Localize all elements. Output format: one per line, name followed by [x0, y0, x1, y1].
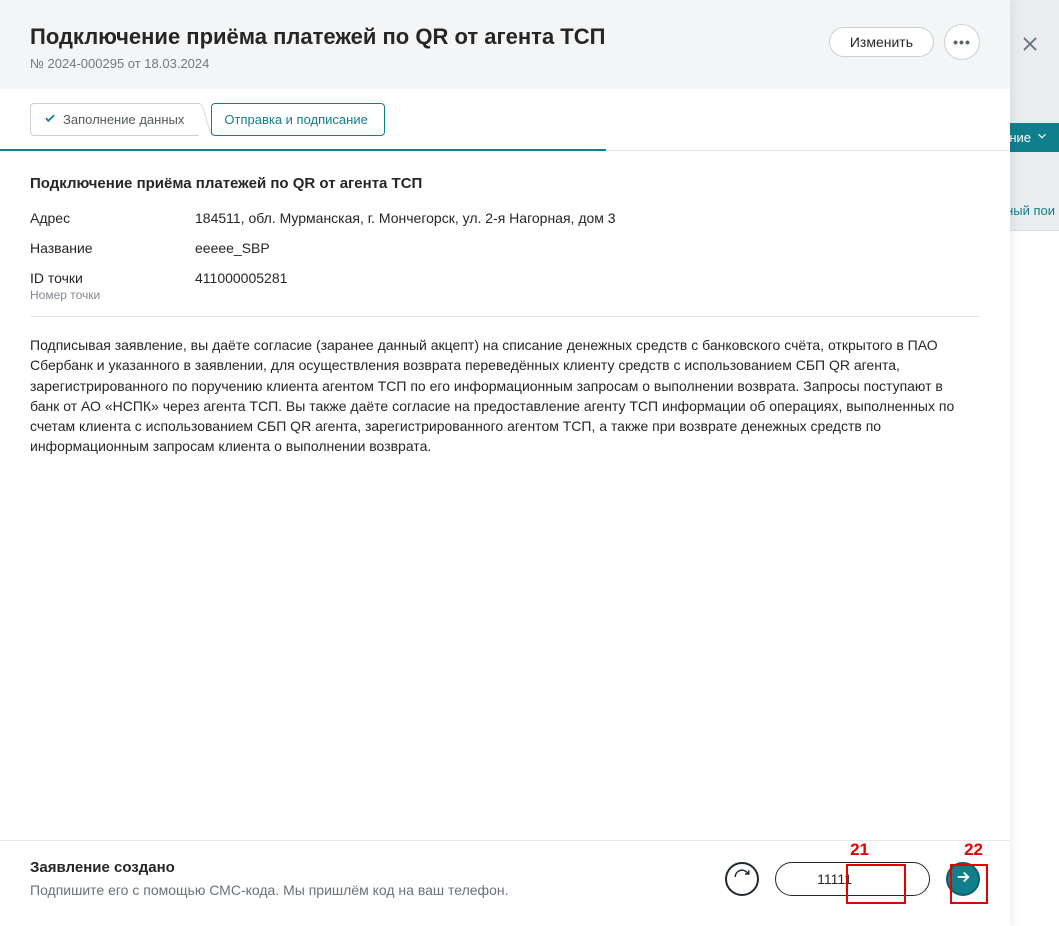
resend-code-button[interactable] — [725, 862, 759, 896]
step-data-entry[interactable]: Заполнение данных — [30, 103, 201, 136]
consent-text: Подписывая заявление, вы даёте согласие … — [30, 335, 960, 457]
annotation-label-21: 21 — [850, 840, 869, 860]
step-label: Заполнение данных — [63, 112, 184, 127]
bg-white-strip — [1009, 230, 1059, 926]
more-actions-button[interactable]: ••• — [944, 24, 980, 60]
arrow-right-icon — [954, 868, 972, 889]
close-modal-button[interactable] — [1015, 30, 1045, 60]
section-title: Подключение приёма платежей по QR от аге… — [30, 175, 980, 192]
label-point-id: ID точки — [30, 270, 195, 286]
modal-panel: Подключение приёма платежей по QR от аге… — [0, 0, 1010, 926]
status-subtitle: Подпишите его с помощью СМС-кода. Мы при… — [30, 882, 508, 898]
close-icon — [1018, 32, 1042, 59]
label-name: Название — [30, 240, 195, 256]
sms-code-input[interactable] — [788, 870, 881, 888]
refresh-icon — [733, 868, 751, 889]
check-icon — [43, 111, 57, 128]
stepper: Заполнение данных Отправка и подписание — [0, 89, 1010, 151]
submit-code-button[interactable] — [946, 862, 980, 896]
edit-button[interactable]: Изменить — [829, 27, 934, 57]
value-name: eeeee_SBP — [195, 240, 980, 256]
value-point-id: 411000005281 — [195, 270, 980, 286]
progress-bar — [0, 149, 606, 151]
page-subtitle: № 2024-000295 от 18.03.2024 — [30, 56, 605, 71]
sublabel-point-id: Номер точки — [30, 288, 195, 302]
step-label: Отправка и подписание — [224, 112, 367, 127]
divider — [30, 316, 980, 317]
value-address: 184511, обл. Мурманская, г. Мончегорск, … — [195, 210, 980, 226]
ellipsis-icon: ••• — [953, 34, 971, 50]
bg-dropdown-text: ние — [1009, 130, 1031, 145]
row-point-id: ID точки Номер точки 411000005281 — [30, 270, 980, 302]
status-title: Заявление создано — [30, 859, 508, 876]
row-name: Название eeeee_SBP — [30, 240, 980, 256]
chevron-down-icon — [1035, 129, 1049, 146]
label-address: Адрес — [30, 210, 195, 226]
bg-search-link-fragment[interactable]: ный пои — [1006, 203, 1055, 218]
row-address: Адрес 184511, обл. Мурманская, г. Мончег… — [30, 210, 980, 226]
step-send-sign[interactable]: Отправка и подписание — [211, 103, 384, 136]
page-title: Подключение приёма платежей по QR от аге… — [30, 24, 605, 50]
annotation-label-22: 22 — [964, 840, 983, 860]
sms-code-field-wrap[interactable] — [775, 862, 930, 896]
